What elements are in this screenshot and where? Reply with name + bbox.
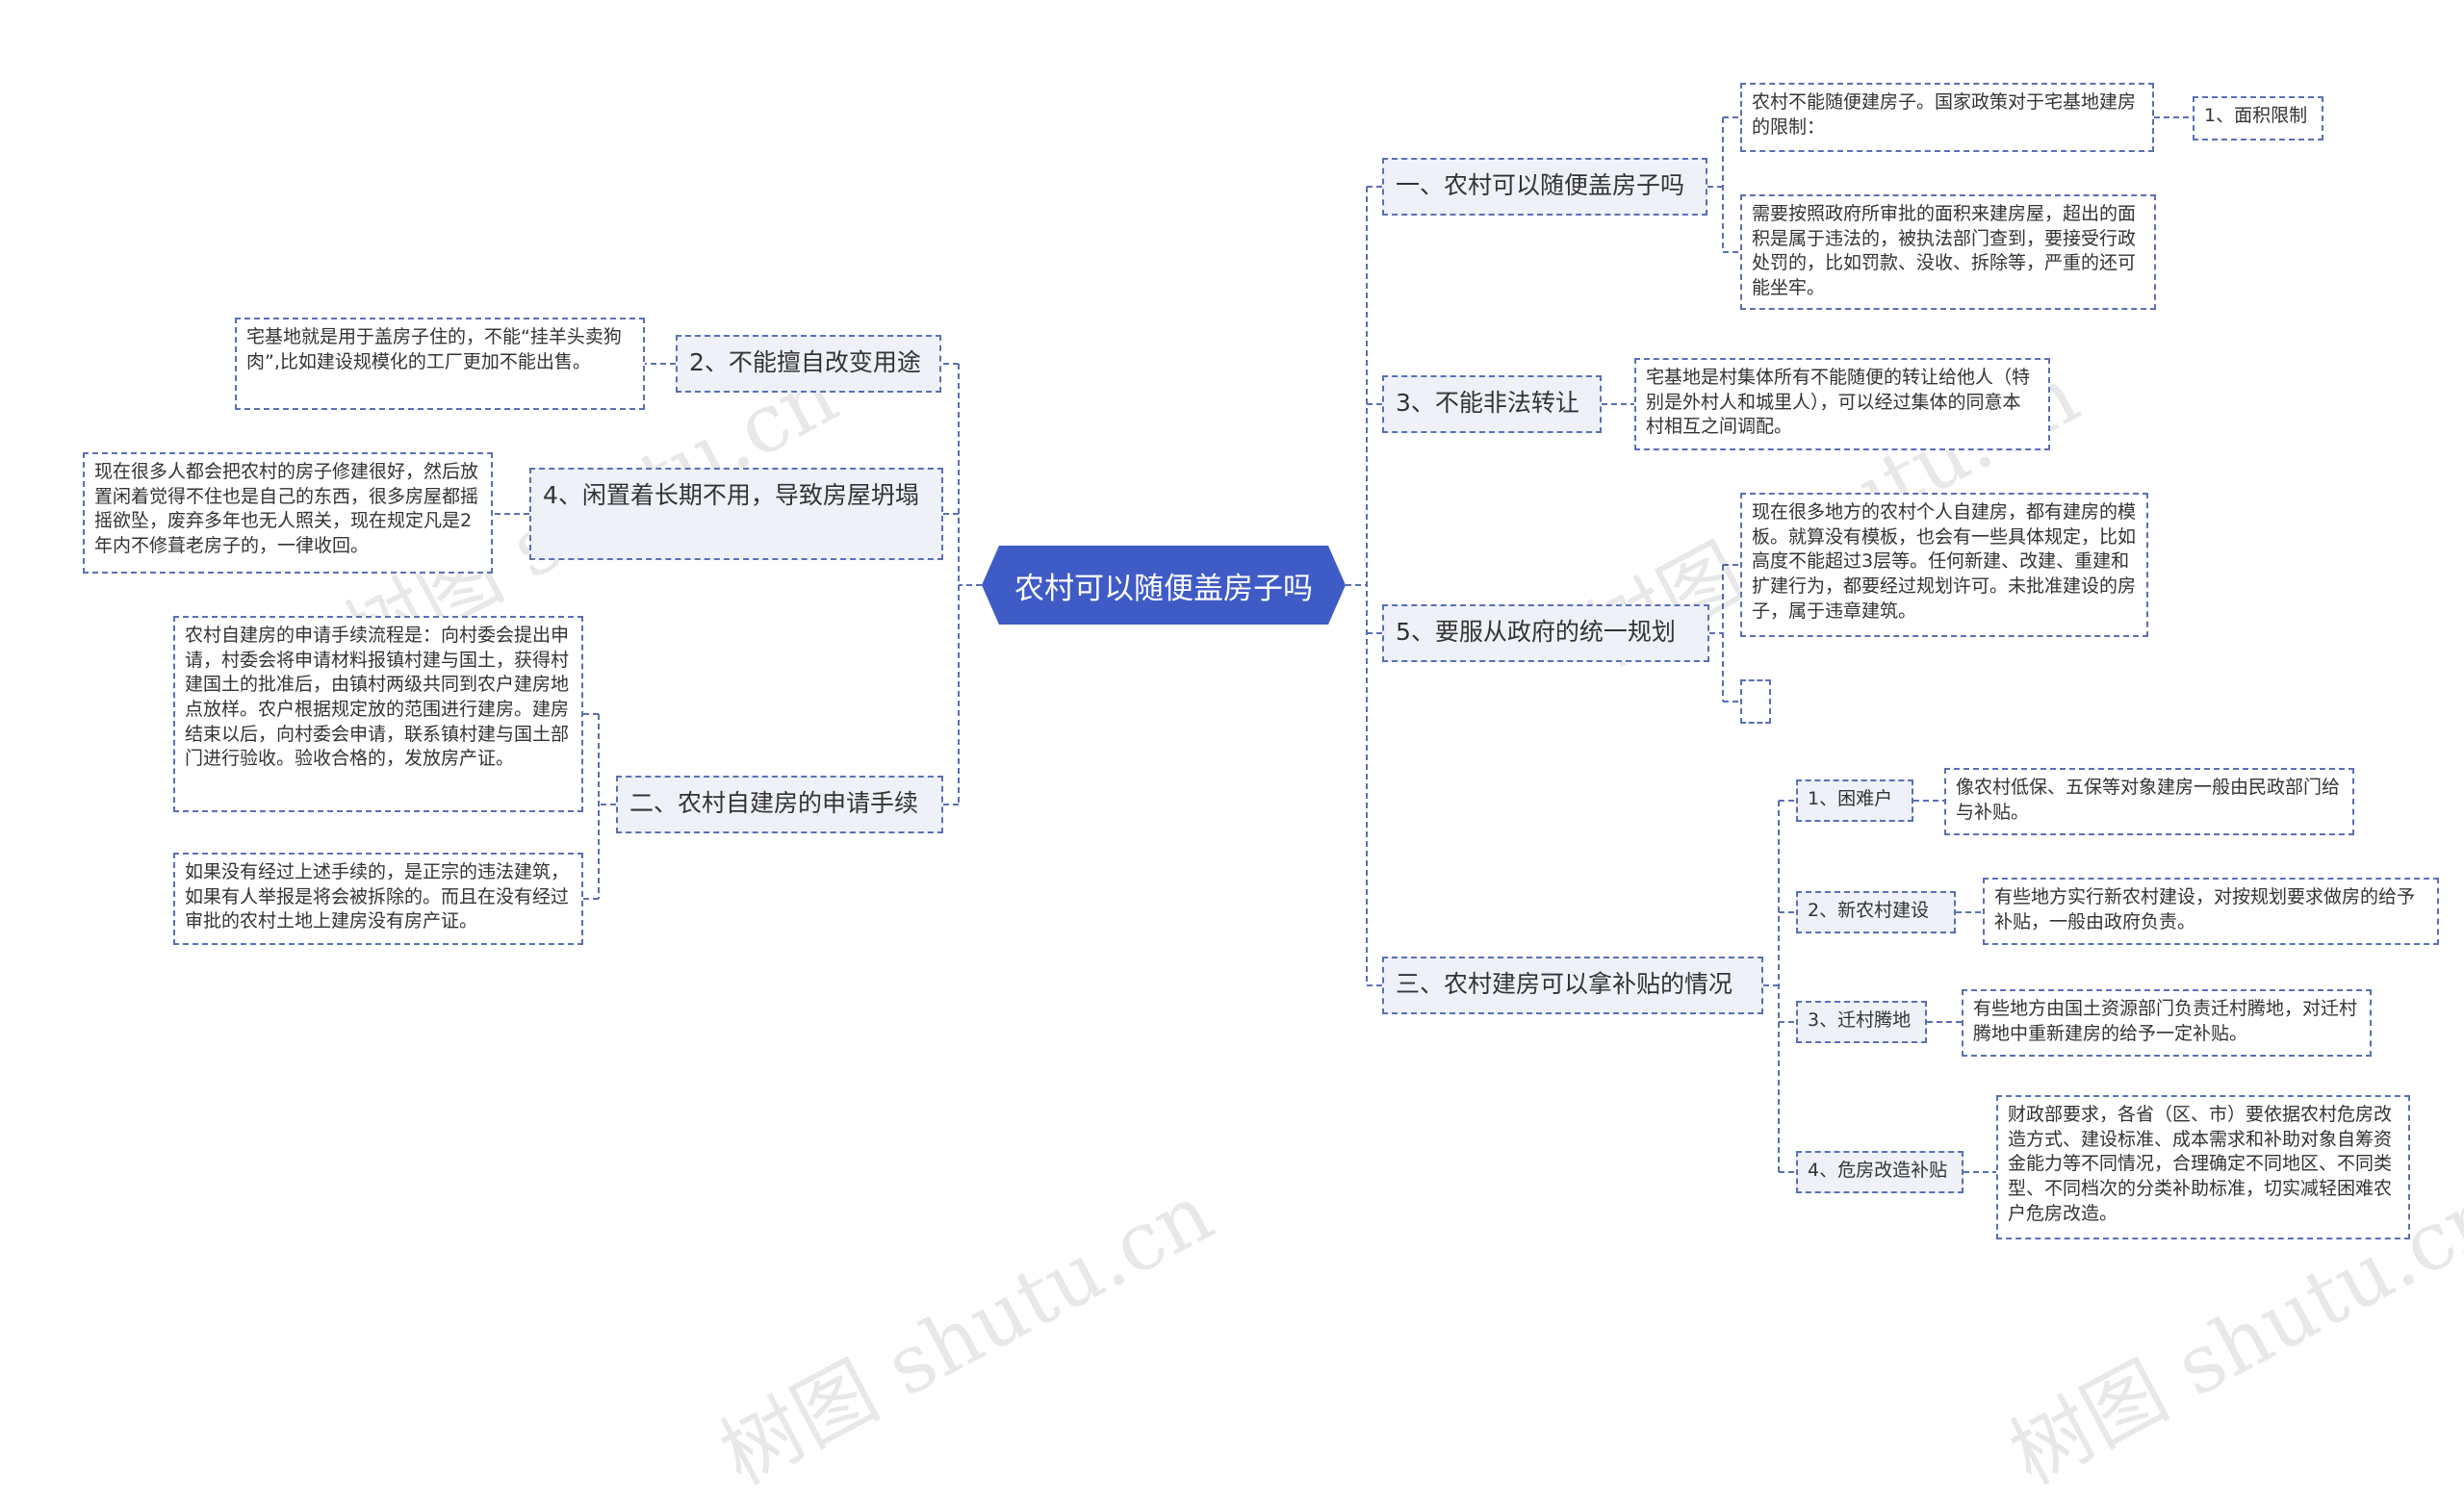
branch-idle-collapse[interactable]: 4、闲置着长期不用，导致房屋坍塌 <box>529 468 943 560</box>
leaf-hardship-detail[interactable]: 像农村低保、五保等对象建房一般由民政部门给与补贴。 <box>1944 768 2354 835</box>
mindmap-canvas: 树图 shutu.cn 树图 shutu.cn 树图 shutu.cn 树图 s… <box>0 0 2464 1502</box>
leaf-area-limit[interactable]: 1、面积限制 <box>2193 96 2323 140</box>
leaf-area-violation[interactable]: 需要按照政府所审批的面积来建房屋，超出的面积是属于违法的，被执法部门查到，要接受… <box>1740 194 2156 310</box>
leaf-transfer-detail[interactable]: 宅基地是村集体所有不能随便的转让给他人（特别是外村人和城里人），可以经过集体的同… <box>1634 358 2050 450</box>
leaf-relocation-detail[interactable]: 有些地方由国土资源部门负责迁村腾地，对迁村腾地中重新建房的给予一定补贴。 <box>1962 989 2372 1057</box>
branch-no-illegal-transfer[interactable]: 3、不能非法转让 <box>1382 375 1602 433</box>
leaf-planning-detail[interactable]: 现在很多地方的农村个人自建房，都有建房的模板。就算没有模板，也会有一些具体规定，… <box>1740 493 2148 637</box>
leaf-application-process[interactable]: 农村自建房的申请手续流程是：向村委会提出申请，村委会将申请材料报镇村建与国土，获… <box>173 616 583 812</box>
branch-subsidy[interactable]: 三、农村建房可以拿补贴的情况 <box>1382 957 1763 1014</box>
leaf-build-restriction[interactable]: 农村不能随便建房子。国家政策对于宅基地建房的限制： <box>1740 83 2154 152</box>
root-topic[interactable]: 农村可以随便盖房子吗 <box>982 546 1346 625</box>
sub-hardship-household[interactable]: 1、困难户 <box>1796 779 1913 822</box>
branch-no-change-use[interactable]: 2、不能擅自改变用途 <box>676 335 941 393</box>
leaf-illegal-building[interactable]: 如果没有经过上述手续的，是正宗的违法建筑，如果有人举报是将会被拆除的。而且在没有… <box>173 853 583 945</box>
branch-application[interactable]: 二、农村自建房的申请手续 <box>616 776 943 833</box>
branch-follow-planning[interactable]: 5、要服从政府的统一规划 <box>1382 604 1709 662</box>
branch-can-build-freely[interactable]: 一、农村可以随便盖房子吗 <box>1382 158 1707 216</box>
sub-village-relocation[interactable]: 3、迁村腾地 <box>1796 1001 1927 1043</box>
sub-dilapidated-housing[interactable]: 4、危房改造补贴 <box>1796 1151 1964 1193</box>
sub-new-village[interactable]: 2、新农村建设 <box>1796 891 1956 933</box>
leaf-dilapidated-detail[interactable]: 财政部要求，各省（区、市）要依据农村危房改造方式、建设标准、成本需求和补助对象自… <box>1996 1095 2410 1239</box>
leaf-new-village-detail[interactable]: 有些地方实行新农村建设，对按规划要求做房的给予补贴，一般由政府负责。 <box>1983 878 2439 945</box>
leaf-change-use-detail[interactable]: 宅基地就是用于盖房子住的，不能“挂羊头卖狗肉”,比如建设规模化的工厂更加不能出售… <box>235 318 645 410</box>
leaf-empty[interactable] <box>1740 679 1771 724</box>
leaf-idle-detail[interactable]: 现在很多人都会把农村的房子修建很好，然后放置闲着觉得不住也是自己的东西，很多房屋… <box>83 452 493 574</box>
